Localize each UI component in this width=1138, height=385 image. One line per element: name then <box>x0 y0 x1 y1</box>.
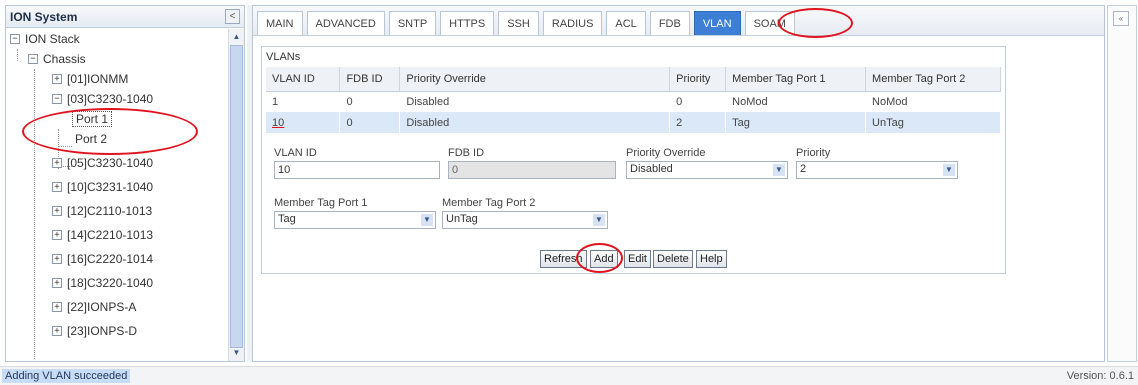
vlan-id-label: VLAN ID <box>274 147 317 159</box>
expand-node-icon[interactable]: + <box>52 182 62 192</box>
tree-node-ion-stack[interactable]: − ION Stack <box>10 29 80 49</box>
right-collapsed-panel: « <box>1107 5 1137 362</box>
column-header[interactable]: Priority <box>669 67 727 92</box>
vlans-group: VLANs VLAN ID FDB ID Priority Override P… <box>261 46 1006 274</box>
table-cell[interactable]: 0 <box>339 91 401 112</box>
table-cell[interactable]: 0 <box>669 91 727 112</box>
chevron-down-icon[interactable]: ▼ <box>773 164 785 176</box>
collapse-node-icon[interactable]: − <box>52 94 62 104</box>
tab-fdb[interactable]: FDB <box>649 11 690 35</box>
member-tag-port1-select[interactable]: Tag ▼ <box>274 211 436 229</box>
expand-node-icon[interactable]: + <box>52 230 62 240</box>
scroll-down-icon[interactable]: ▼ <box>230 346 243 360</box>
fdb-id-label: FDB ID <box>448 147 485 159</box>
main-panel: MAIN ADVANCED SNTP HTTPS SSH RADIUS ACL … <box>252 5 1105 362</box>
priority-override-select[interactable]: Disabled ▼ <box>626 161 788 179</box>
tab-main[interactable]: MAIN <box>257 11 303 35</box>
delete-button[interactable]: Delete <box>653 250 693 268</box>
table-cell[interactable]: 1 <box>266 91 341 112</box>
chevron-down-icon[interactable]: ▼ <box>943 164 955 176</box>
expand-node-icon[interactable]: + <box>52 206 62 216</box>
expand-node-icon[interactable]: + <box>52 326 62 336</box>
tab-soam[interactable]: SOAM <box>744 11 795 35</box>
status-bar: Adding VLAN succeeded Version: 0.6.1 <box>0 366 1138 385</box>
expand-node-icon[interactable]: + <box>52 278 62 288</box>
table-cell[interactable]: NoMod <box>725 91 867 112</box>
tab-sntp[interactable]: SNTP <box>388 11 437 35</box>
device-tree: − ION Stack − Chassis + [01]IONMM − [03]… <box>6 29 228 361</box>
table-row[interactable]: 1 0 Disabled 0 NoMod NoMod <box>266 91 1001 112</box>
vlan-table: VLAN ID FDB ID Priority Override Priorit… <box>266 67 1001 133</box>
tree-panel-title: ION System <box>10 9 78 24</box>
tree-node-01-ionmm[interactable]: + [01]IONMM <box>52 69 128 89</box>
tab-vlan[interactable]: VLAN <box>693 11 741 35</box>
tree-node-18-c3220[interactable]: + [18]C3220-1040 <box>52 273 153 293</box>
tab-https[interactable]: HTTPS <box>440 11 495 35</box>
priority-override-label: Priority Override <box>626 147 706 159</box>
tree-node-chassis[interactable]: − Chassis <box>28 49 86 69</box>
column-header[interactable]: Member Tag Port 2 <box>865 67 1001 92</box>
priority-label: Priority <box>796 147 831 159</box>
member-tag-port1-label: Member Tag Port 1 <box>274 197 368 209</box>
table-cell[interactable]: 2 <box>669 112 727 133</box>
scroll-thumb[interactable] <box>230 45 243 348</box>
scroll-up-icon[interactable]: ▲ <box>230 30 243 44</box>
expand-panel-icon[interactable]: « <box>1113 11 1129 26</box>
edit-button[interactable]: Edit <box>624 250 651 268</box>
version-label: Version: 0.6.1 <box>1066 370 1134 382</box>
vlan-id-input[interactable] <box>274 161 440 179</box>
table-cell[interactable]: Disabled <box>399 112 671 133</box>
tab-ssh[interactable]: SSH <box>498 11 539 35</box>
expand-node-icon[interactable]: + <box>52 158 62 168</box>
tree-node-22-ionps-a[interactable]: + [22]IONPS-A <box>52 297 136 317</box>
tree-node-05-c3230[interactable]: + [05]C3230-1040 <box>52 153 153 173</box>
refresh-button[interactable]: Refresh <box>540 250 587 268</box>
add-button[interactable]: Add <box>590 250 618 268</box>
column-header[interactable]: Priority Override <box>399 67 671 92</box>
table-header-row: VLAN ID FDB ID Priority Override Priorit… <box>266 67 1001 92</box>
collapse-node-icon[interactable]: − <box>28 54 38 64</box>
tree-node-03-c3230[interactable]: − [03]C3230-1040 <box>52 89 153 109</box>
tab-acl[interactable]: ACL <box>606 11 646 35</box>
expand-node-icon[interactable]: + <box>52 302 62 312</box>
tab-radius[interactable]: RADIUS <box>542 11 603 35</box>
column-header[interactable]: Member Tag Port 1 <box>725 67 867 92</box>
table-cell[interactable]: UnTag <box>865 112 1001 133</box>
column-header[interactable]: FDB ID <box>339 67 401 92</box>
chevron-down-icon[interactable]: ▼ <box>593 214 605 226</box>
help-button[interactable]: Help <box>696 250 727 268</box>
tree-node-10-c3231[interactable]: + [10]C3231-1040 <box>52 177 153 197</box>
expand-node-icon[interactable]: + <box>52 254 62 264</box>
tree-panel: ION System < − ION Stack − Chassis + [01… <box>5 5 245 362</box>
column-header[interactable]: VLAN ID <box>266 67 341 92</box>
table-cell[interactable]: Tag <box>725 112 867 133</box>
table-cell[interactable]: 10 <box>266 112 341 133</box>
table-cell[interactable]: Disabled <box>399 91 671 112</box>
tree-node-port-2[interactable]: Port 2 <box>72 129 110 149</box>
member-tag-port2-select[interactable]: UnTag ▼ <box>442 211 608 229</box>
tree-node-12-c2110[interactable]: + [12]C2110-1013 <box>52 201 152 221</box>
status-message: Adding VLAN succeeded <box>2 369 131 383</box>
tab-bar: MAIN ADVANCED SNTP HTTPS SSH RADIUS ACL … <box>253 6 1104 36</box>
tree-node-port-1[interactable]: Port 1 <box>72 109 113 129</box>
table-cell[interactable]: NoMod <box>865 91 1001 112</box>
collapse-node-icon[interactable]: − <box>10 34 20 44</box>
tree-panel-header: ION System <box>6 6 244 28</box>
tree-scrollbar[interactable]: ▲ ▼ <box>228 29 244 361</box>
priority-select[interactable]: 2 ▼ <box>796 161 958 179</box>
table-cell[interactable]: 0 <box>339 112 401 133</box>
collapse-panel-button[interactable]: < <box>225 9 240 24</box>
fdb-id-input <box>448 161 616 179</box>
expand-node-icon[interactable]: + <box>52 74 62 84</box>
tree-node-14-c2210[interactable]: + [14]C2210-1013 <box>52 225 153 245</box>
table-row[interactable]: 10 0 Disabled 2 Tag UnTag <box>266 112 1001 133</box>
tree-node-23-ionps-d[interactable]: + [23]IONPS-D <box>52 321 137 341</box>
vlans-group-label: VLANs <box>266 51 301 63</box>
tree-node-16-c2220[interactable]: + [16]C2220-1014 <box>52 249 153 269</box>
member-tag-port2-label: Member Tag Port 2 <box>442 197 536 209</box>
chevron-down-icon[interactable]: ▼ <box>421 214 433 226</box>
tab-advanced[interactable]: ADVANCED <box>306 11 385 35</box>
